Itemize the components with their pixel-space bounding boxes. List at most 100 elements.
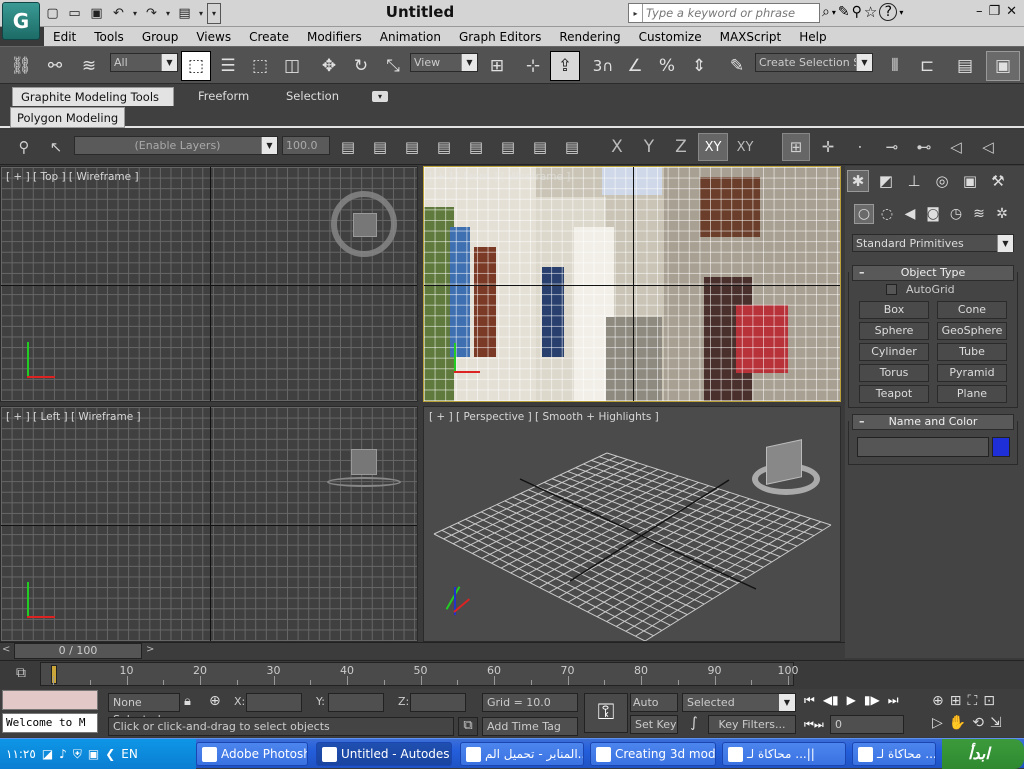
- tab-selection[interactable]: Selection: [278, 87, 347, 106]
- next-frame-icon[interactable]: ▮▶: [864, 693, 880, 708]
- task-browser-4[interactable]: محاكاة لـ ...||: [852, 742, 936, 766]
- zoom-extents-all-icon[interactable]: ⊡: [983, 693, 995, 709]
- name-color-header[interactable]: – Name and Color: [852, 414, 1014, 430]
- face-snap-icon[interactable]: ◁: [974, 133, 1002, 161]
- select-and-rotate-icon[interactable]: ↻: [346, 51, 376, 81]
- freeze-layer-icon[interactable]: ▤: [494, 133, 522, 161]
- layers-combo[interactable]: (Enable Layers) ▼: [74, 136, 278, 155]
- axis-z-button[interactable]: Z: [667, 133, 695, 161]
- menu-tools[interactable]: Tools: [85, 30, 133, 44]
- midpoint-snap-icon[interactable]: ⊷: [910, 133, 938, 161]
- chevron-down-icon[interactable]: ▼: [261, 137, 277, 154]
- project-dropdown-icon[interactable]: ▾: [196, 3, 206, 24]
- display-tab-icon[interactable]: ▣: [959, 170, 981, 192]
- favorites-star-icon[interactable]: ☆: [864, 3, 877, 21]
- pivot-snap-icon[interactable]: ✛: [814, 133, 842, 161]
- viewcube-icon[interactable]: [353, 213, 377, 237]
- systems-category-icon[interactable]: ✲: [992, 204, 1012, 224]
- field-of-view-icon[interactable]: ▷: [932, 715, 943, 731]
- tab-graphite-modeling-tools[interactable]: Graphite Modeling Tools: [12, 87, 174, 106]
- box-button[interactable]: Box: [859, 301, 929, 319]
- key-mode-combo[interactable]: Selected ▼: [682, 693, 796, 712]
- menu-modifiers[interactable]: Modifiers: [298, 30, 371, 44]
- language-indicator[interactable]: EN: [121, 747, 138, 761]
- search-box[interactable]: ▸ Type a keyword or phrase: [628, 3, 820, 23]
- y-coordinate-field[interactable]: [328, 693, 384, 712]
- named-selection-sets-combo[interactable]: Create Selection Se ▼: [755, 53, 873, 72]
- search-input[interactable]: Type a keyword or phrase: [643, 6, 795, 20]
- layer-cursor-icon[interactable]: ↖: [42, 133, 70, 161]
- key-mode-toggle-icon[interactable]: ⏮⏭: [804, 718, 824, 732]
- move-to-layer-icon[interactable]: ▤: [526, 133, 554, 161]
- absolute-mode-icon[interactable]: ⊕: [209, 693, 221, 709]
- set-key-button[interactable]: Set Key: [630, 715, 678, 734]
- menu-maxscript[interactable]: MAXScript: [711, 30, 791, 44]
- endpoint-snap-icon[interactable]: ⊸: [878, 133, 906, 161]
- zoom-extents-icon[interactable]: ⛶: [967, 693, 977, 709]
- layer-manager-icon[interactable]: ▤: [950, 51, 980, 81]
- plane-button[interactable]: Plane: [937, 385, 1007, 403]
- object-type-header[interactable]: – Object Type: [852, 265, 1014, 281]
- chevron-down-icon[interactable]: ▼: [856, 54, 872, 71]
- spacewarps-category-icon[interactable]: ≋: [969, 204, 989, 224]
- menu-help[interactable]: Help: [790, 30, 835, 44]
- mini-curve-editor-icon[interactable]: ⧉: [10, 665, 32, 685]
- spinner-snap-icon[interactable]: ⇕: [684, 51, 714, 81]
- axis-xy-button[interactable]: XY: [698, 133, 728, 161]
- layer-light-icon[interactable]: ⚲: [10, 133, 38, 161]
- edge-snap-icon[interactable]: ◁: [942, 133, 970, 161]
- delete-layer-icon[interactable]: ▤: [398, 133, 426, 161]
- viewcube-icon[interactable]: [766, 439, 802, 485]
- chevron-down-icon[interactable]: ▼: [461, 54, 477, 71]
- window-crossing-icon[interactable]: ◫: [277, 51, 307, 81]
- viewport-top[interactable]: [ + ] [ Top ] [ Wireframe ]: [0, 166, 418, 402]
- select-and-link-icon[interactable]: ⛓: [6, 51, 36, 81]
- menu-animation[interactable]: Animation: [371, 30, 450, 44]
- task-browser-3[interactable]: محاكاة لـ ...||: [722, 742, 846, 766]
- viewport-left[interactable]: [ + ] [ Left ] [ Wireframe ]: [0, 406, 418, 642]
- tube-button[interactable]: Tube: [937, 343, 1007, 361]
- new-file-icon[interactable]: ▢: [42, 3, 63, 24]
- select-and-scale-icon[interactable]: ⤡: [378, 51, 408, 81]
- cylinder-button[interactable]: Cylinder: [859, 343, 929, 361]
- axis-xy-constraint-button[interactable]: XY: [731, 133, 759, 161]
- open-file-icon[interactable]: ▭: [64, 3, 85, 24]
- new-layer-icon[interactable]: ▤: [334, 133, 362, 161]
- menu-graph-editors[interactable]: Graph Editors: [450, 30, 550, 44]
- geometry-category-icon[interactable]: ○: [854, 204, 874, 224]
- viewport-label-perspective[interactable]: [ + ] [ Perspective ] [ Smooth + Highlig…: [429, 411, 659, 423]
- sphere-button[interactable]: Sphere: [859, 322, 929, 340]
- menu-rendering[interactable]: Rendering: [550, 30, 629, 44]
- rectangle-selection-icon[interactable]: ⬚: [245, 51, 275, 81]
- selection-filter-combo[interactable]: All ▼: [110, 53, 178, 72]
- maxscript-mini-listener[interactable]: [2, 690, 98, 710]
- add-time-tag[interactable]: Add Time Tag: [482, 717, 578, 736]
- application-button[interactable]: G: [2, 2, 40, 40]
- primitive-type-combo[interactable]: Standard Primitives ▼: [852, 234, 1014, 252]
- time-cursor[interactable]: [51, 665, 57, 684]
- zoom-icon[interactable]: ⊕: [932, 693, 944, 709]
- axis-x-button[interactable]: X: [603, 133, 631, 161]
- undo-dropdown-icon[interactable]: ▾: [130, 3, 140, 24]
- go-to-start-icon[interactable]: ⏮: [804, 693, 815, 708]
- subscription-icon[interactable]: ✎: [838, 4, 850, 20]
- timeline-ruler[interactable]: 10 20 30 40 50 60 70 80 90 100: [40, 662, 799, 686]
- chevron-down-icon[interactable]: ▼: [161, 54, 177, 71]
- pivot-center-icon[interactable]: ⊞: [482, 51, 512, 81]
- menu-group[interactable]: Group: [133, 30, 188, 44]
- edit-named-selection-icon[interactable]: ✎: [722, 51, 752, 81]
- ribbon-minimize-icon[interactable]: ▾: [372, 91, 388, 102]
- time-prev-icon[interactable]: <: [2, 644, 10, 655]
- snaps-toggle-icon[interactable]: 3 ∩: [588, 51, 618, 81]
- layer-properties-icon[interactable]: ▤: [430, 133, 458, 161]
- menu-customize[interactable]: Customize: [630, 30, 711, 44]
- object-color-swatch[interactable]: [992, 437, 1010, 457]
- geosphere-button[interactable]: GeoSphere: [937, 322, 1007, 340]
- viewport-label-front[interactable]: [ + ] [ Front ] [ Wireframe ]: [429, 171, 570, 183]
- viewcube-icon[interactable]: [351, 449, 377, 475]
- torus-button[interactable]: Torus: [859, 364, 929, 382]
- select-manipulate-icon[interactable]: ⊹: [518, 51, 548, 81]
- set-key-mode-icon[interactable]: ⚿: [584, 693, 628, 733]
- task-photoshop[interactable]: Adobe Photoshop: [196, 742, 308, 766]
- menu-create[interactable]: Create: [240, 30, 298, 44]
